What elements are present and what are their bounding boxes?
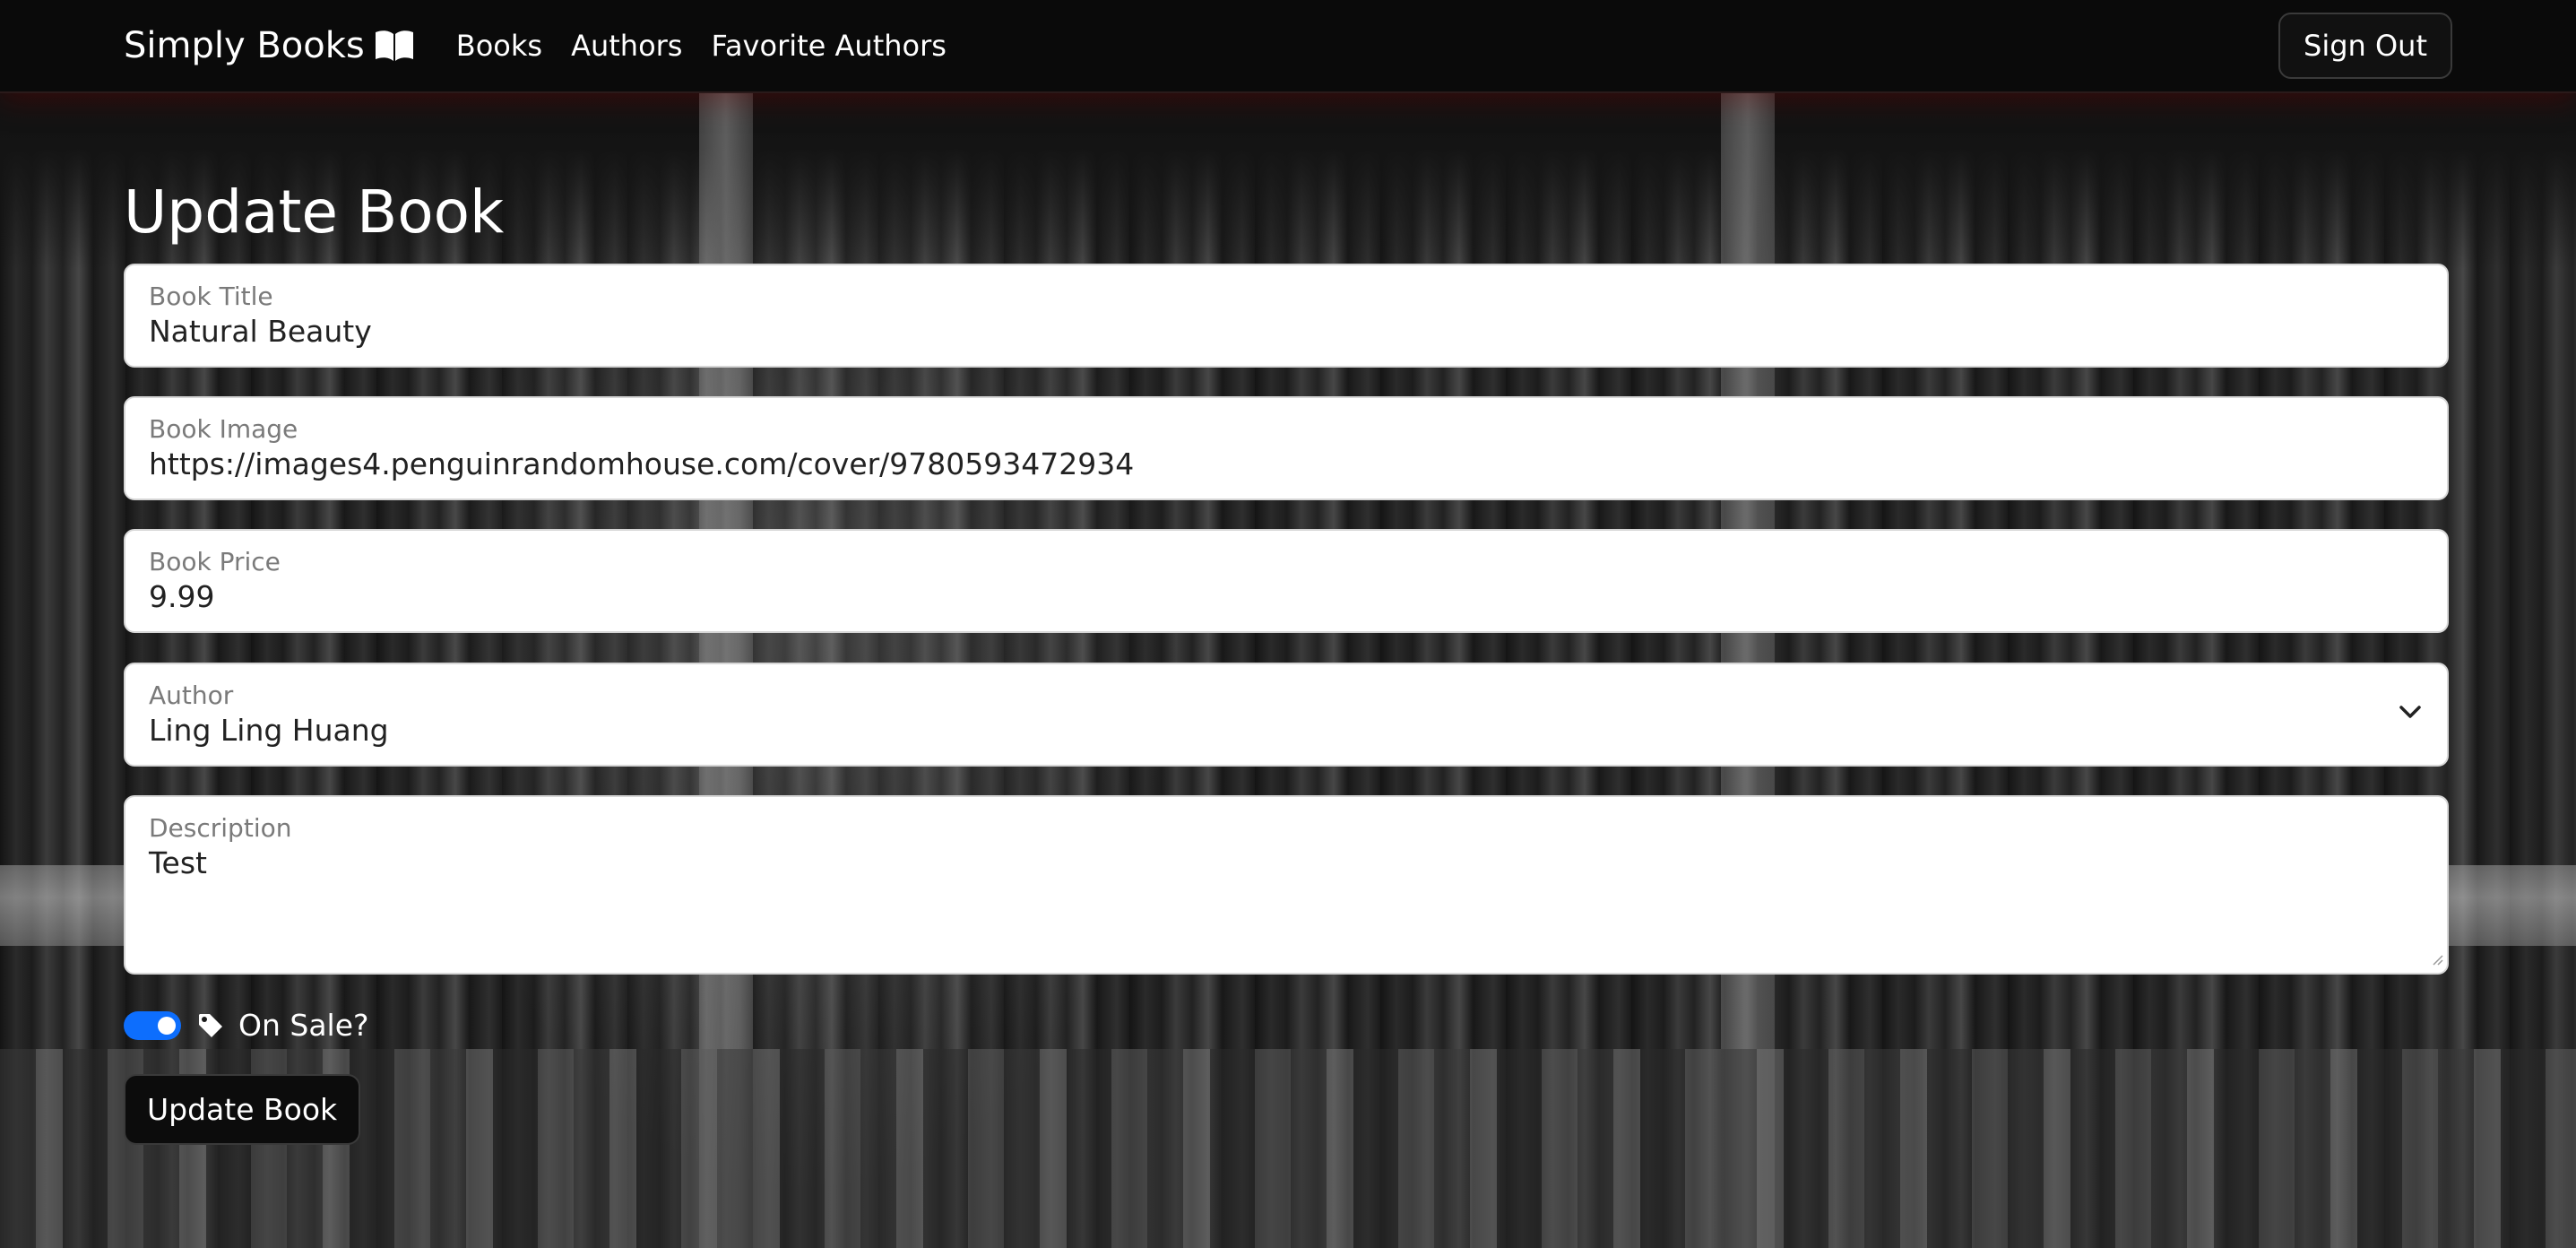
background-books-bottom: [0, 1049, 2576, 1248]
resize-grip-icon[interactable]: [2429, 951, 2443, 969]
book-price-input[interactable]: [149, 577, 2424, 617]
nav-link-favorite-authors[interactable]: Favorite Authors: [711, 29, 946, 63]
book-image-field[interactable]: Book Image: [124, 396, 2449, 500]
switch-knob: [158, 1016, 176, 1035]
on-sale-toggle-row: On Sale?: [124, 1008, 369, 1043]
book-price-label: Book Price: [149, 547, 281, 576]
brand-name: Simply Books: [124, 25, 365, 66]
page-title: Update Book: [124, 178, 505, 247]
description-label: Description: [149, 813, 292, 843]
update-book-button[interactable]: Update Book: [124, 1074, 361, 1145]
nav-link-authors[interactable]: Authors: [571, 29, 682, 63]
book-title-input[interactable]: [149, 312, 2424, 351]
book-title-field[interactable]: Book Title: [124, 264, 2449, 368]
navbar: Simply Books Books Authors Favorite Auth…: [0, 0, 2576, 93]
on-sale-label: On Sale?: [238, 1008, 369, 1043]
sign-out-button[interactable]: Sign Out: [2278, 13, 2452, 79]
description-textarea[interactable]: Test: [149, 844, 2424, 883]
tag-icon: [197, 1012, 224, 1039]
brand-link[interactable]: Simply Books: [124, 25, 415, 66]
book-title-label: Book Title: [149, 282, 273, 311]
book-image-input[interactable]: [149, 445, 2424, 484]
book-icon: [374, 29, 415, 63]
description-field[interactable]: Description Test: [124, 795, 2449, 975]
author-selected-value: Ling Ling Huang: [149, 713, 389, 748]
book-price-field[interactable]: Book Price: [124, 529, 2449, 633]
nav-link-books[interactable]: Books: [456, 29, 542, 63]
book-image-label: Book Image: [149, 414, 298, 444]
author-label: Author: [149, 680, 234, 710]
author-select[interactable]: Author Ling Ling Huang: [124, 663, 2449, 767]
chevron-down-icon: [2399, 704, 2422, 724]
on-sale-switch[interactable]: [124, 1010, 181, 1040]
